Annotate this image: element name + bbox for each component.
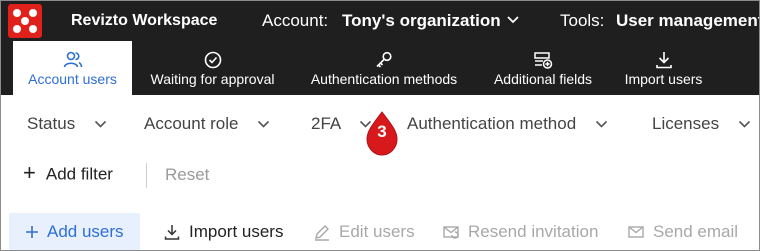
tools-label: Tools: xyxy=(560,11,605,30)
tab-label: Additional fields xyxy=(493,71,593,87)
edit-users-button[interactable]: Edit users xyxy=(313,213,415,250)
filter-actions: + Add filter Reset xyxy=(1,153,759,205)
tab-authentication-methods[interactable]: Authentication methods xyxy=(297,41,471,95)
step-marker-number: 3 xyxy=(377,122,387,141)
tab-label: Account users xyxy=(28,71,117,87)
filter-status[interactable]: Status xyxy=(27,114,107,134)
filter-label: 2FA xyxy=(311,114,341,133)
send-email-label: Send email xyxy=(653,222,739,241)
top-bar: Revizto Workspace Account: Tony's organi… xyxy=(1,1,759,41)
revizto-logo[interactable] xyxy=(8,4,42,38)
download-icon xyxy=(655,52,672,69)
plus-icon xyxy=(26,226,38,238)
import-users-label: Import users xyxy=(189,222,284,241)
resend-mail-icon xyxy=(443,226,459,239)
tab-label: Authentication methods xyxy=(310,71,458,87)
add-users-label: Add users xyxy=(47,222,124,241)
tab-label: Import users xyxy=(624,71,703,87)
pencil-icon xyxy=(315,225,329,241)
chevron-down-icon xyxy=(595,120,607,128)
chevron-down-icon[interactable] xyxy=(506,14,520,26)
chevron-down-icon xyxy=(94,120,107,128)
chevron-down-icon xyxy=(738,120,750,128)
brand-name: Revizto Workspace xyxy=(71,12,218,29)
key-icon xyxy=(376,51,392,68)
tab-import-users[interactable]: Import users xyxy=(613,41,714,95)
resend-invitation-label: Resend invitation xyxy=(468,222,599,241)
filter-label: Authentication method xyxy=(407,114,577,133)
filter-account-role[interactable]: Account role xyxy=(144,114,270,134)
add-users-button[interactable]: Add users xyxy=(9,213,140,250)
add-filter-label: Add filter xyxy=(45,164,113,184)
filter-label: Account role xyxy=(144,114,239,133)
edit-users-label: Edit users xyxy=(339,222,415,241)
add-field-icon xyxy=(534,52,553,69)
tools-selector[interactable]: User management xyxy=(616,11,759,31)
filter-label: Status xyxy=(27,114,76,133)
tab-additional-fields[interactable]: Additional fields xyxy=(482,41,604,95)
send-email-button[interactable]: Send email xyxy=(627,213,739,250)
chevron-down-icon xyxy=(258,120,270,128)
filter-licenses[interactable]: Licenses xyxy=(652,114,751,134)
filter-authentication-method[interactable]: Authentication method xyxy=(407,114,608,134)
add-filter-button[interactable]: + Add filter xyxy=(23,160,113,186)
divider xyxy=(146,163,147,188)
check-circle-icon xyxy=(204,51,221,69)
tab-waiting-for-approval[interactable]: Waiting for approval xyxy=(140,41,285,95)
import-users-button[interactable]: Import users xyxy=(163,213,284,250)
reset-button[interactable]: Reset xyxy=(165,165,209,185)
plus-icon: + xyxy=(23,160,36,185)
download-icon xyxy=(164,225,180,240)
mail-icon xyxy=(628,226,644,238)
filter-label: Licenses xyxy=(652,114,720,133)
users-icon xyxy=(63,51,82,68)
action-bar: Add users Import users Edit users Resend… xyxy=(1,205,759,250)
tab-label: Waiting for approval xyxy=(150,71,275,87)
tab-bar: Account users Waiting for approval Authe… xyxy=(1,41,759,95)
tab-account-users[interactable]: Account users xyxy=(13,41,132,95)
resend-invitation-button[interactable]: Resend invitation xyxy=(442,213,599,250)
account-selector[interactable]: Tony's organization xyxy=(342,11,501,31)
account-label: Account: xyxy=(262,11,329,30)
